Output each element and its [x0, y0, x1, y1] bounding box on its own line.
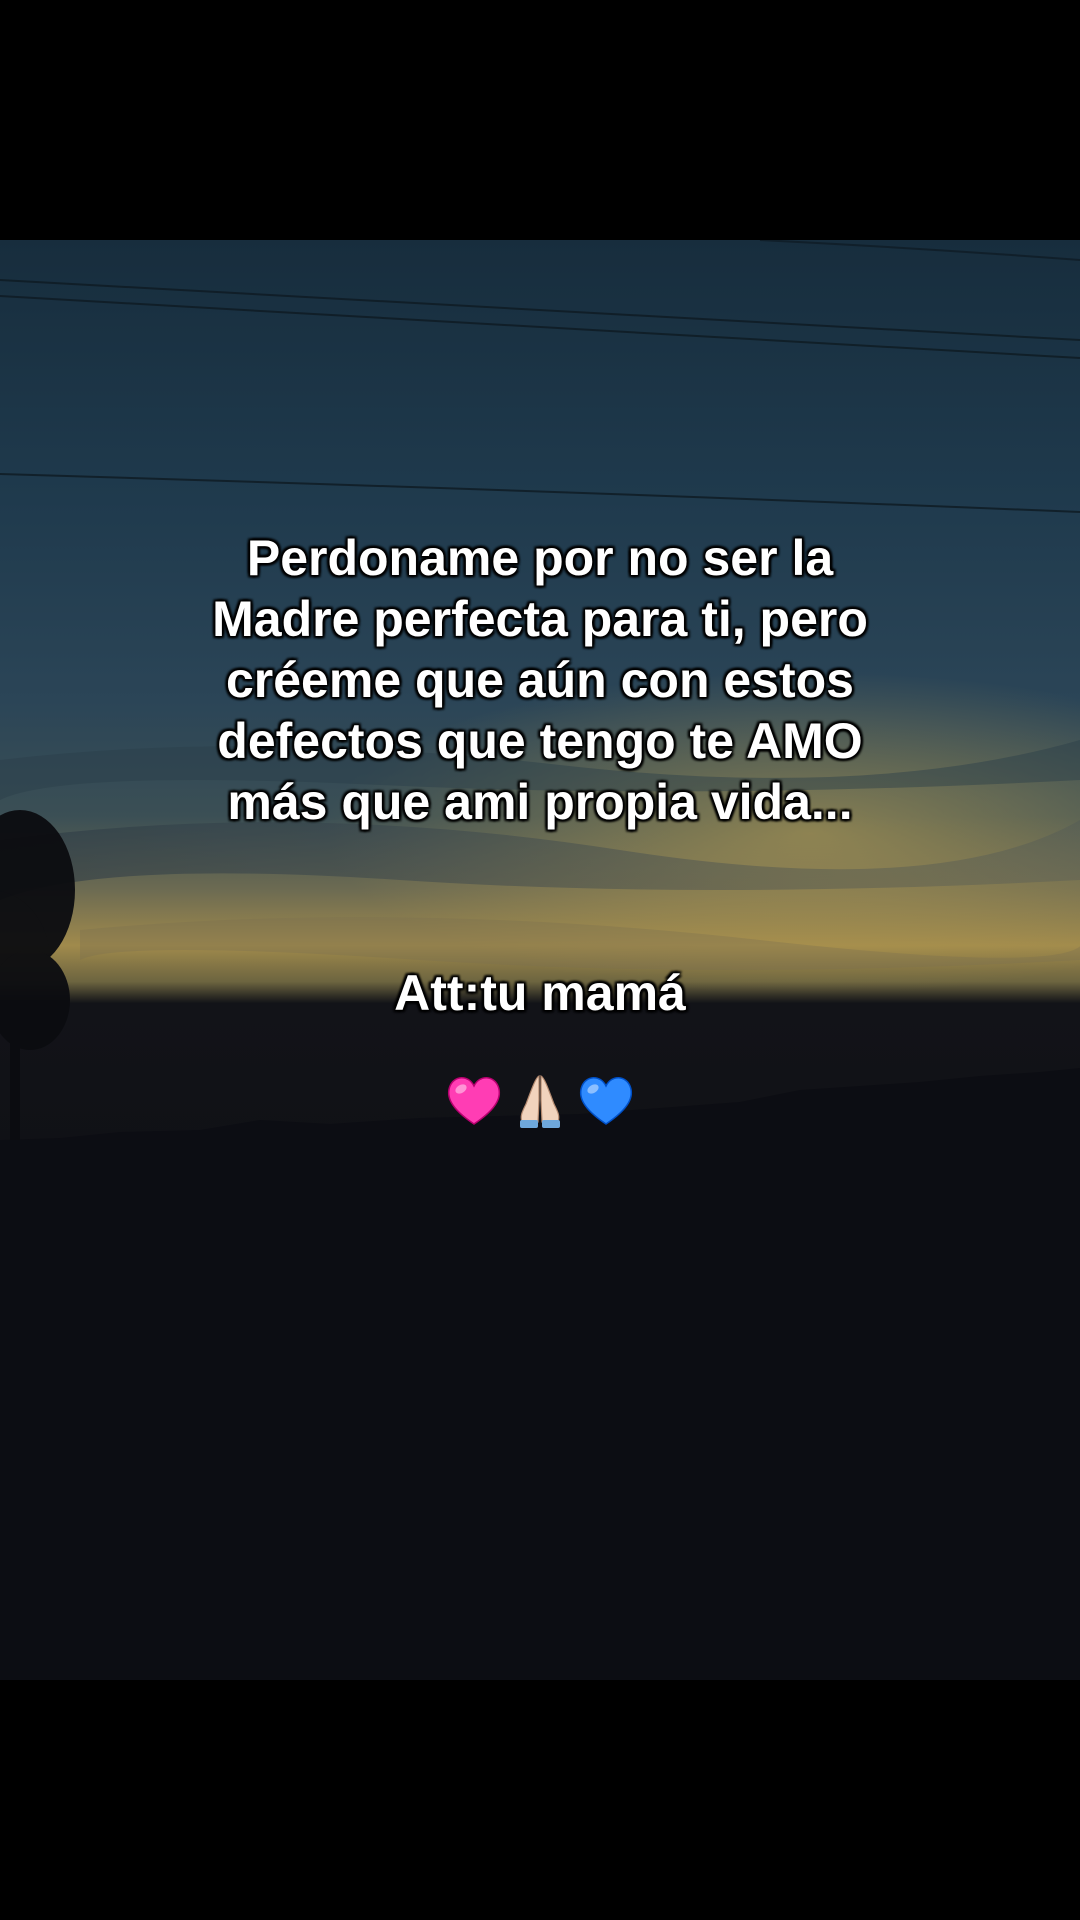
signature-text: Att:tu mamá — [394, 965, 686, 1021]
folded-hands-icon — [520, 1075, 560, 1128]
letterbox-bottom — [0, 1680, 1080, 1920]
video-frame: Perdoname por no ser la Madre perfecta p… — [0, 0, 1080, 1920]
treeline-silhouette — [0, 1068, 1080, 1680]
message-line: más que ami propia vida... — [227, 774, 853, 830]
emoji-row — [340, 1070, 740, 1130]
letterbox-top — [0, 0, 1080, 240]
sunset-background-photo — [0, 240, 1080, 1680]
pink-heart-icon — [447, 1077, 501, 1125]
message-line: Perdoname por no ser la — [246, 530, 834, 586]
message-line: defectos que tengo te AMO — [217, 713, 863, 769]
message-line: Madre perfecta para ti, pero — [212, 591, 868, 647]
message-line: créeme que aún con estos — [225, 652, 854, 708]
blue-heart-icon — [579, 1077, 633, 1125]
message-text: Perdoname por no ser la Madre perfecta p… — [140, 528, 940, 833]
